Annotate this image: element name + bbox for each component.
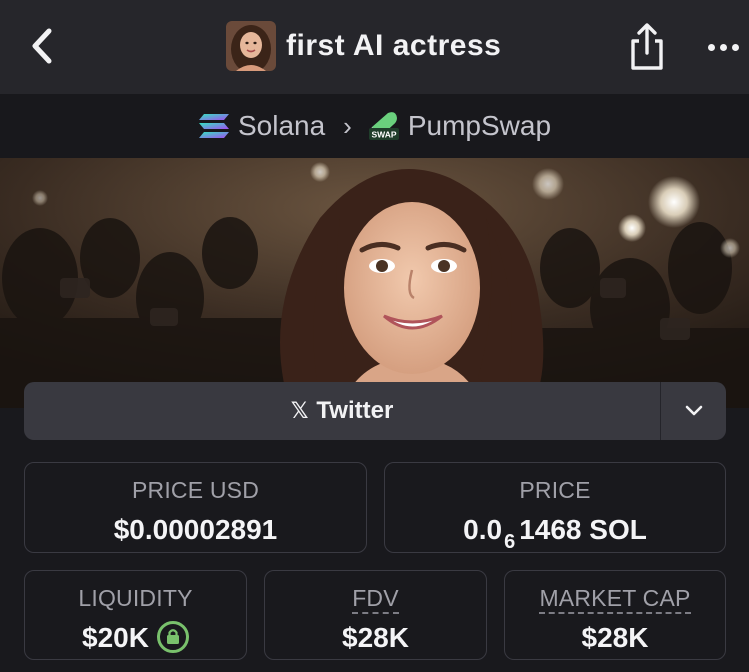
price-usd-value: $0.00002891 [113, 514, 278, 545]
twitter-label: Twitter [316, 397, 394, 424]
dex-name[interactable]: PumpSwap [408, 110, 551, 142]
pumpswap-icon: SWAP [368, 112, 399, 140]
more-horizontal-icon [707, 43, 715, 51]
top-bar: first AI actress [0, 0, 749, 94]
share-icon [631, 23, 663, 70]
market-cap-value: $28K [581, 622, 649, 653]
chevron-left-icon [32, 28, 52, 64]
more-button[interactable] [700, 34, 746, 60]
share-button[interactable] [626, 22, 668, 72]
price-label: PRICE [519, 477, 591, 503]
token-banner-image [0, 158, 749, 408]
x-logo-icon: 𝕏 [290, 398, 309, 423]
zero-count-subscript: 6 [504, 531, 516, 553]
twitter-button[interactable]: 𝕏 Twitter [24, 382, 660, 440]
liquidity-label: LIQUIDITY [78, 585, 193, 611]
chain-name[interactable]: Solana [238, 110, 325, 142]
fdv-card: FDV $28K [264, 570, 487, 660]
market-cap-label[interactable]: MARKET CAP [505, 585, 725, 614]
chevron-down-icon [685, 405, 702, 416]
chevron-right-icon: › [343, 110, 352, 141]
price-sol-card: PRICE 0.0 6 1468 SOL [384, 462, 726, 553]
liquidity-card: LIQUIDITY $20K [24, 570, 247, 660]
liquidity-value: $20K [25, 620, 246, 656]
social-links-bar: 𝕏 Twitter [24, 382, 726, 440]
market-cap-card: MARKET CAP $28K [504, 570, 726, 660]
page-title: first AI actress [286, 29, 502, 62]
lock-icon[interactable] [156, 620, 189, 653]
price-usd-label: PRICE USD [131, 477, 260, 503]
swap-badge-text: SWAP [371, 130, 396, 140]
token-avatar [226, 21, 276, 71]
price-usd-card: PRICE USD $0.00002891 [24, 462, 367, 553]
solana-icon [198, 114, 229, 138]
social-dropdown-button[interactable] [660, 382, 726, 440]
price-sol-value: 0.0 6 1468 SOL [463, 514, 647, 553]
fdv-label[interactable]: FDV [265, 585, 486, 614]
breadcrumb: Solana › SWAP PumpSwap [0, 94, 749, 158]
back-button[interactable] [22, 22, 62, 70]
token-title: first AI actress [226, 20, 501, 72]
fdv-value: $28K [342, 622, 409, 653]
